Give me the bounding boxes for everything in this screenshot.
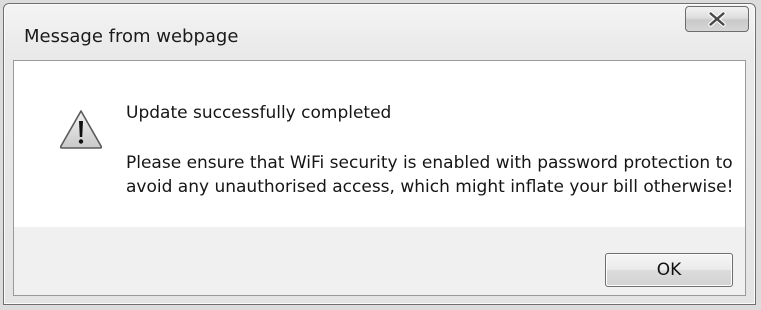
message-body: Please ensure that WiFi security is enab…	[126, 151, 734, 199]
message-heading: Update successfully completed	[126, 103, 392, 123]
warning-icon	[59, 110, 103, 149]
ok-button[interactable]: OK	[605, 253, 733, 287]
message-line: avoid any unauthorised access, which mig…	[126, 177, 734, 197]
close-button[interactable]	[685, 6, 749, 32]
title-bar[interactable]: Message from webpage	[4, 4, 755, 60]
message-line: Please ensure that WiFi security is enab…	[126, 153, 733, 173]
message-area: Update successfully completed Please ens…	[14, 61, 745, 227]
close-icon	[708, 11, 726, 27]
dialog-body: Update successfully completed Please ens…	[13, 60, 746, 296]
dialog-title: Message from webpage	[24, 26, 239, 47]
button-bar: OK	[14, 227, 745, 295]
message-dialog: Message from webpage Update successfully…	[3, 3, 756, 305]
